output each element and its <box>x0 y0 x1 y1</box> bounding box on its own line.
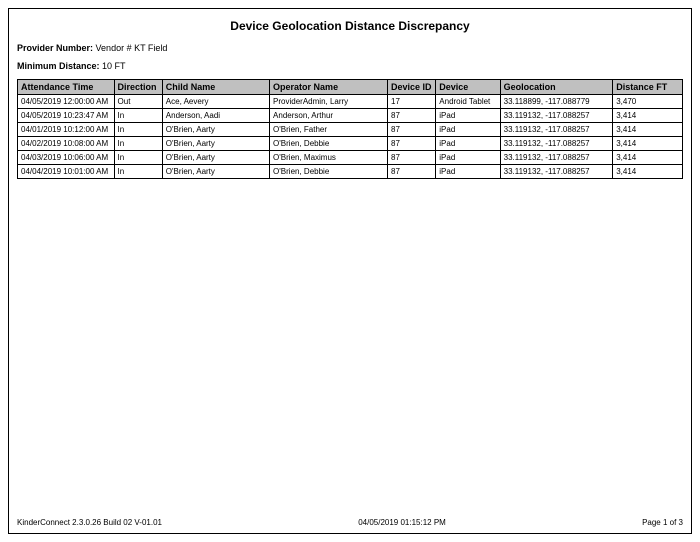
table-row: 04/05/2019 10:23:47 AMInAnderson, AadiAn… <box>18 109 683 123</box>
cell-geolocation: 33.119132, -117.088257 <box>500 109 613 123</box>
col-direction: Direction <box>114 80 162 95</box>
provider-number-row: Provider Number: Vendor # KT Field <box>17 43 683 53</box>
table-row: 04/03/2019 10:06:00 AMInO'Brien, AartyO'… <box>18 151 683 165</box>
cell-device: iPad <box>436 123 500 137</box>
cell-operator-name: O'Brien, Father <box>270 123 388 137</box>
cell-device-id: 87 <box>388 137 436 151</box>
col-child-name: Child Name <box>162 80 269 95</box>
cell-geolocation: 33.119132, -117.088257 <box>500 137 613 151</box>
cell-distance-ft: 3,414 <box>613 137 683 151</box>
cell-device: iPad <box>436 165 500 179</box>
cell-attendance-time: 04/05/2019 12:00:00 AM <box>18 95 115 109</box>
cell-operator-name: O'Brien, Maximus <box>270 151 388 165</box>
report-page: Device Geolocation Distance Discrepancy … <box>8 8 692 534</box>
cell-geolocation: 33.119132, -117.088257 <box>500 151 613 165</box>
col-distance-ft: Distance FT <box>613 80 683 95</box>
col-device-id: Device ID <box>388 80 436 95</box>
provider-number-label: Provider Number: <box>17 43 93 53</box>
cell-attendance-time: 04/04/2019 10:01:00 AM <box>18 165 115 179</box>
cell-direction: In <box>114 123 162 137</box>
cell-attendance-time: 04/02/2019 10:08:00 AM <box>18 137 115 151</box>
col-geolocation: Geolocation <box>500 80 613 95</box>
page-footer: KinderConnect 2.3.0.26 Build 02 V-01.01 … <box>17 518 683 527</box>
cell-operator-name: Anderson, Arthur <box>270 109 388 123</box>
cell-distance-ft: 3,470 <box>613 95 683 109</box>
provider-number-value: Vendor # KT Field <box>96 43 168 53</box>
cell-device-id: 17 <box>388 95 436 109</box>
footer-timestamp: 04/05/2019 01:15:12 PM <box>358 518 446 527</box>
table-row: 04/05/2019 12:00:00 AMOutAce, AeveryProv… <box>18 95 683 109</box>
cell-device: Android Tablet <box>436 95 500 109</box>
cell-direction: In <box>114 137 162 151</box>
cell-distance-ft: 3,414 <box>613 151 683 165</box>
cell-geolocation: 33.119132, -117.088257 <box>500 123 613 137</box>
cell-geolocation: 33.119132, -117.088257 <box>500 165 613 179</box>
cell-child-name: O'Brien, Aarty <box>162 123 269 137</box>
table-row: 04/02/2019 10:08:00 AMInO'Brien, AartyO'… <box>18 137 683 151</box>
cell-child-name: Anderson, Aadi <box>162 109 269 123</box>
cell-operator-name: O'Brien, Debbie <box>270 137 388 151</box>
minimum-distance-row: Minimum Distance: 10 FT <box>17 61 683 71</box>
page-title: Device Geolocation Distance Discrepancy <box>17 19 683 33</box>
footer-version: KinderConnect 2.3.0.26 Build 02 V-01.01 <box>17 518 162 527</box>
col-operator-name: Operator Name <box>270 80 388 95</box>
cell-child-name: Ace, Aevery <box>162 95 269 109</box>
cell-attendance-time: 04/01/2019 10:12:00 AM <box>18 123 115 137</box>
col-device: Device <box>436 80 500 95</box>
cell-child-name: O'Brien, Aarty <box>162 165 269 179</box>
cell-child-name: O'Brien, Aarty <box>162 151 269 165</box>
cell-direction: Out <box>114 95 162 109</box>
cell-operator-name: O'Brien, Debbie <box>270 165 388 179</box>
col-attendance-time: Attendance Time <box>18 80 115 95</box>
table-body: 04/05/2019 12:00:00 AMOutAce, AeveryProv… <box>18 95 683 179</box>
cell-direction: In <box>114 109 162 123</box>
cell-operator-name: ProviderAdmin, Larry <box>270 95 388 109</box>
cell-direction: In <box>114 151 162 165</box>
cell-distance-ft: 3,414 <box>613 123 683 137</box>
cell-device-id: 87 <box>388 165 436 179</box>
cell-device: iPad <box>436 109 500 123</box>
cell-device-id: 87 <box>388 109 436 123</box>
cell-attendance-time: 04/05/2019 10:23:47 AM <box>18 109 115 123</box>
cell-child-name: O'Brien, Aarty <box>162 137 269 151</box>
cell-device: iPad <box>436 151 500 165</box>
minimum-distance-value: 10 FT <box>102 61 126 71</box>
discrepancy-table: Attendance Time Direction Child Name Ope… <box>17 79 683 179</box>
cell-direction: In <box>114 165 162 179</box>
cell-device: iPad <box>436 137 500 151</box>
cell-distance-ft: 3,414 <box>613 165 683 179</box>
cell-device-id: 87 <box>388 151 436 165</box>
cell-distance-ft: 3,414 <box>613 109 683 123</box>
cell-attendance-time: 04/03/2019 10:06:00 AM <box>18 151 115 165</box>
table-row: 04/01/2019 10:12:00 AMInO'Brien, AartyO'… <box>18 123 683 137</box>
cell-device-id: 87 <box>388 123 436 137</box>
footer-page: Page 1 of 3 <box>642 518 683 527</box>
cell-geolocation: 33.118899, -117.088779 <box>500 95 613 109</box>
table-header-row: Attendance Time Direction Child Name Ope… <box>18 80 683 95</box>
table-row: 04/04/2019 10:01:00 AMInO'Brien, AartyO'… <box>18 165 683 179</box>
minimum-distance-label: Minimum Distance: <box>17 61 100 71</box>
